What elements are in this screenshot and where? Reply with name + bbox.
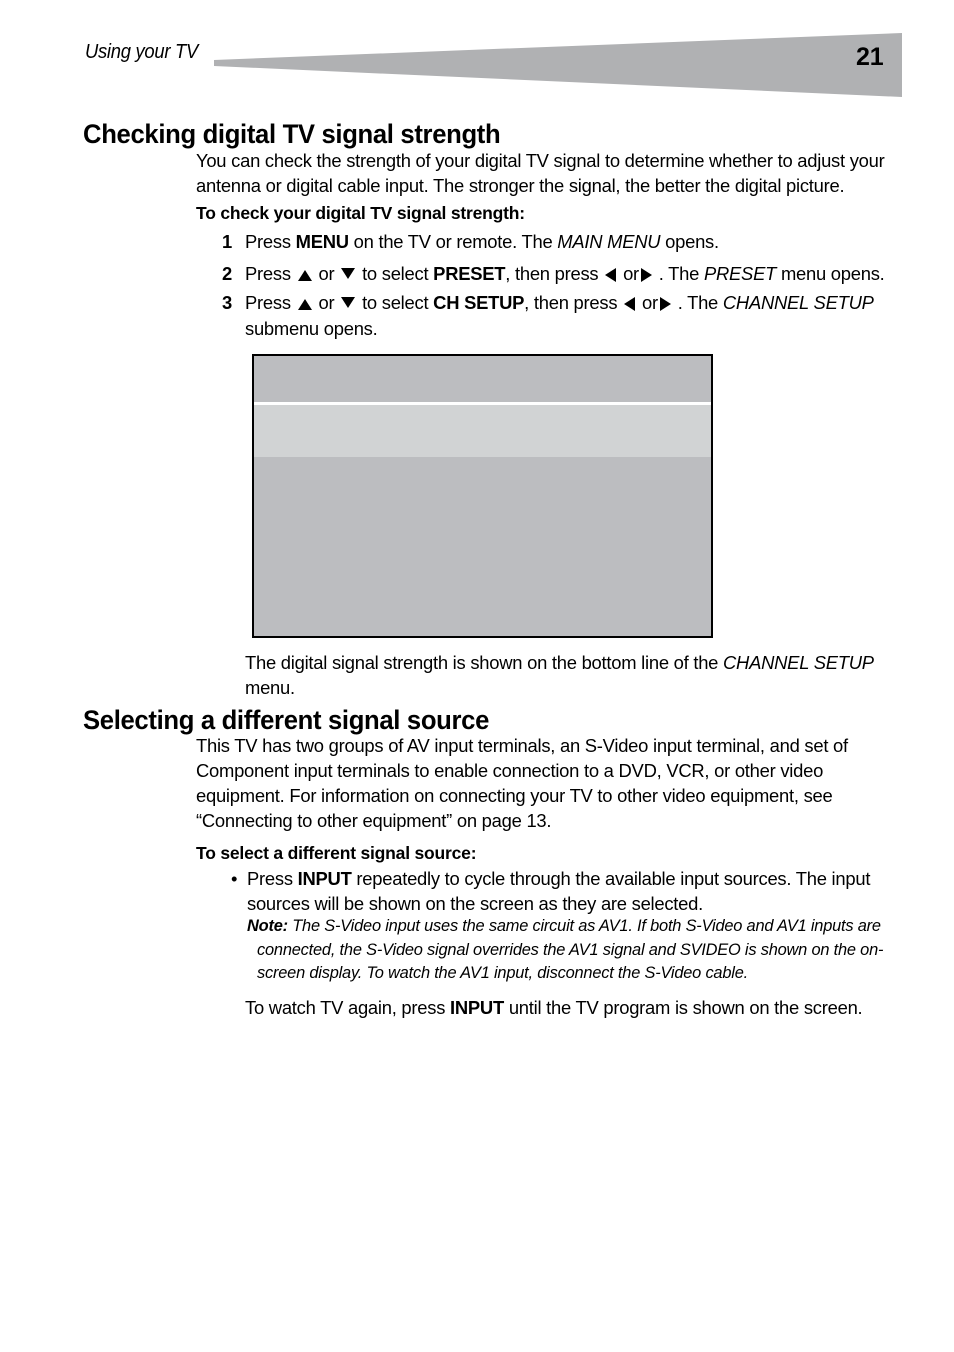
figure-body-band bbox=[254, 457, 711, 636]
page-header: Using your TV 21 bbox=[0, 0, 954, 100]
page-number: 21 bbox=[856, 43, 884, 71]
arrow-down-icon bbox=[341, 297, 356, 308]
step-item-3: 3 Press or to select CH SETUP, then pres… bbox=[216, 290, 916, 342]
emphasis-bold: MENU bbox=[295, 231, 349, 252]
section-heading-checking-signal-strength: Checking digital TV signal strength bbox=[83, 119, 501, 150]
caption-text: The digital signal strength is shown on … bbox=[245, 652, 874, 698]
bullet-text: Press INPUT repeatedly to cycle through … bbox=[247, 868, 871, 914]
note-text: The S-Video input uses the same circuit … bbox=[257, 917, 884, 982]
emphasis-italic: PRESET bbox=[703, 263, 777, 284]
arrow-left-icon bbox=[624, 297, 636, 311]
bullet-marker: • bbox=[231, 868, 238, 889]
arrow-right-icon bbox=[659, 297, 671, 311]
arrow-right-icon bbox=[640, 268, 652, 282]
step-text: Press or to select CH SETUP, then press … bbox=[245, 292, 874, 339]
section-heading-selecting-signal-source: Selecting a different signal source bbox=[83, 705, 490, 736]
intro-paragraph-signal-source: This TV has two groups of AV input termi… bbox=[196, 733, 902, 833]
step-number: 1 bbox=[222, 231, 232, 252]
document-page: Using your TV 21 Checking digital TV sig… bbox=[0, 0, 954, 1352]
runin-check-signal-strength: To check your digital TV signal strength… bbox=[196, 203, 525, 223]
running-title: Using your TV bbox=[85, 41, 198, 63]
emphasis-bold: CH SETUP bbox=[433, 292, 525, 313]
step-number: 3 bbox=[222, 292, 232, 313]
closing-paragraph-watch-tv: To watch TV again, press INPUT until the… bbox=[245, 995, 910, 1020]
step-text: Press MENU on the TV or remote. The MAIN… bbox=[245, 231, 719, 252]
emphasis-italic: CHANNEL SETUP bbox=[722, 292, 874, 313]
figure-highlight-band bbox=[254, 405, 711, 457]
step-item-2: 2 Press or to select PRESET, then press … bbox=[216, 261, 916, 287]
arrow-down-icon bbox=[341, 268, 356, 279]
intro-paragraph-signal-strength: You can check the strength of your digit… bbox=[196, 148, 902, 198]
figure-title-band bbox=[254, 356, 711, 402]
channel-setup-menu-figure bbox=[252, 354, 713, 638]
bullet-item-input-cycle: • Press INPUT repeatedly to cycle throug… bbox=[231, 866, 911, 916]
note-block-svideo: Note: The S-Video input uses the same ci… bbox=[247, 915, 917, 986]
paragraph-text: This TV has two groups of AV input termi… bbox=[196, 735, 848, 831]
step-item-1: 1 Press MENU on the TV or remote. The MA… bbox=[216, 229, 916, 255]
runin-select-signal-source: To select a different signal source: bbox=[196, 843, 477, 863]
paragraph-text: You can check the strength of your digit… bbox=[196, 150, 885, 196]
emphasis-bold: INPUT bbox=[297, 868, 352, 889]
emphasis-italic: CHANNEL SETUP bbox=[723, 652, 874, 673]
step-number: 2 bbox=[222, 263, 232, 284]
arrow-left-icon bbox=[605, 268, 617, 282]
emphasis-bold: PRESET bbox=[433, 263, 506, 284]
figure-caption: The digital signal strength is shown on … bbox=[245, 650, 910, 700]
paragraph-text: To watch TV again, press INPUT until the… bbox=[245, 997, 863, 1018]
arrow-up-icon bbox=[297, 299, 312, 310]
step-text: Press or to select PRESET, then press or… bbox=[245, 263, 885, 284]
note-label: Note: bbox=[247, 917, 288, 935]
arrow-up-icon bbox=[297, 270, 312, 281]
emphasis-bold: INPUT bbox=[450, 997, 504, 1018]
emphasis-italic: MAIN MENU bbox=[557, 231, 661, 252]
